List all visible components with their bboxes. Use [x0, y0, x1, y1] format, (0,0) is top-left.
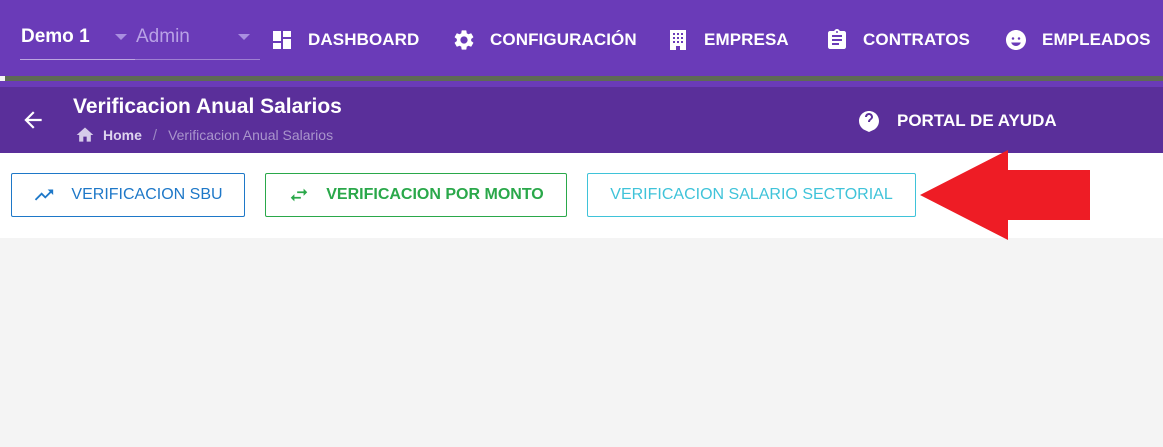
breadcrumb: Home / Verificacion Anual Salarios: [75, 125, 333, 145]
nav-item-configuracion[interactable]: CONFIGURACIÓN: [452, 24, 637, 56]
dashboard-icon: [273, 31, 291, 49]
nav-item-label: CONFIGURACIÓN: [490, 30, 637, 49]
company-select-value: Demo 1: [21, 26, 90, 47]
verificacion-sbu-button[interactable]: VERIFICACION SBU: [11, 173, 245, 217]
top-navbar: Demo 1 Admin DASHBOARD CONFIGURACIÓN EMP…: [0, 0, 1163, 76]
role-select-value: Admin: [136, 26, 190, 47]
nav-item-dashboard[interactable]: DASHBOARD: [270, 24, 419, 56]
breadcrumb-separator: /: [152, 126, 158, 144]
verificacion-salario-sectorial-button[interactable]: VERIFICACION SALARIO SECTORIAL: [587, 173, 916, 217]
swap-arrows-icon: [291, 188, 308, 202]
breadcrumb-current: Verificacion Anual Salarios: [168, 127, 334, 143]
gear-icon: [454, 30, 474, 50]
nav-item-label: CONTRATOS: [863, 30, 970, 49]
verificacion-salario-sectorial-label: VERIFICACION SALARIO SECTORIAL: [610, 186, 893, 203]
nav-item-label: EMPRESA: [704, 30, 789, 49]
help-portal-label: PORTAL DE AYUDA: [897, 111, 1057, 130]
nav-item-empresa[interactable]: EMPRESA: [666, 24, 789, 56]
role-select[interactable]: Admin: [135, 22, 260, 60]
help-icon: [859, 111, 879, 132]
back-button[interactable]: [20, 107, 46, 133]
page-header: Verificacion Anual Salarios Home / Verif…: [0, 87, 1163, 153]
smile-icon: [1006, 30, 1026, 50]
verificacion-monto-button[interactable]: VERIFICACION POR MONTO: [265, 173, 567, 217]
nav-item-contratos[interactable]: CONTRATOS: [825, 24, 970, 56]
page-title: Verificacion Anual Salarios: [73, 95, 342, 118]
home-icon: [76, 127, 94, 142]
chevron-down-icon: [115, 34, 127, 40]
building-icon: [670, 30, 686, 50]
help-portal-link[interactable]: PORTAL DE AYUDA: [857, 109, 1057, 133]
nav-item-empleados[interactable]: EMPLEADOS: [1004, 24, 1151, 56]
arrow-left-icon: [24, 111, 42, 129]
company-select[interactable]: Demo 1: [20, 22, 135, 60]
verificacion-monto-label: VERIFICACION POR MONTO: [326, 186, 544, 203]
red-arrow-icon: [920, 150, 1090, 240]
trending-up-icon: [35, 189, 54, 201]
verificacion-sbu-label: VERIFICACION SBU: [71, 186, 223, 203]
clipboard-icon: [828, 29, 846, 49]
nav-item-label: DASHBOARD: [308, 30, 420, 49]
breadcrumb-home-link[interactable]: Home: [103, 127, 142, 143]
chevron-down-icon: [238, 34, 250, 40]
nav-item-label: EMPLEADOS: [1042, 30, 1151, 49]
